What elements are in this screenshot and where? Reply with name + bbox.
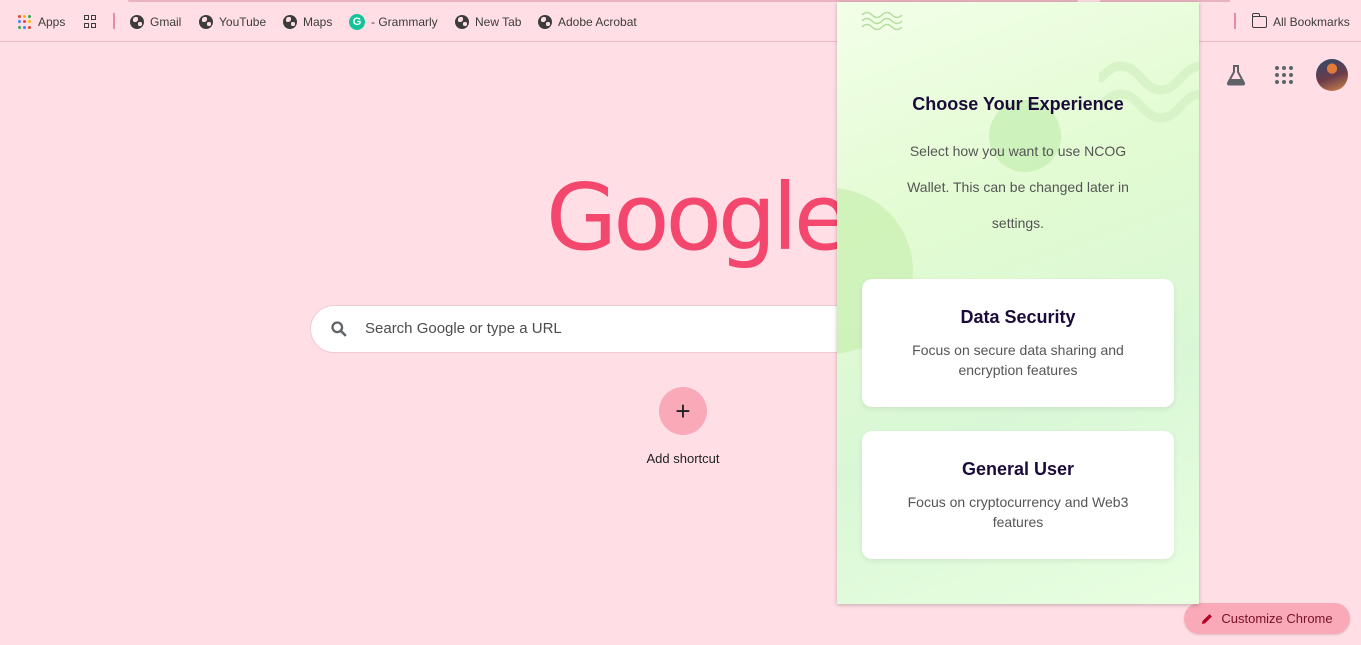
- google-apps-icon[interactable]: [1275, 66, 1293, 84]
- wave-decoration-icon: [1099, 61, 1199, 123]
- bookmark-label: Adobe Acrobat: [558, 15, 637, 29]
- apps-icon: [18, 15, 32, 29]
- tab-groups-icon: [84, 15, 98, 29]
- bookmark-separator: [1234, 13, 1236, 29]
- option-title: Data Security: [960, 307, 1076, 327]
- bookmark-maps[interactable]: Maps: [283, 12, 332, 32]
- option-description: Focus on secure data sharing and encrypt…: [912, 342, 1124, 378]
- bookmark-label: Maps: [303, 15, 333, 29]
- option-general-user[interactable]: General User Focus on cryptocurrency and…: [862, 431, 1174, 559]
- grammarly-icon: G: [349, 14, 365, 30]
- all-bookmarks-label: All Bookmarks: [1273, 15, 1350, 29]
- tab-groups-button[interactable]: [84, 12, 98, 32]
- bookmark-gmail[interactable]: Gmail: [130, 12, 181, 32]
- pencil-icon: [1202, 613, 1213, 624]
- option-description: Focus on cryptocurrency and Web3 feature…: [907, 494, 1129, 530]
- popup-description: Select how you want to use NCOG Wallet. …: [907, 143, 1129, 231]
- avatar[interactable]: [1316, 59, 1348, 91]
- labs-flask-icon[interactable]: [1226, 64, 1246, 86]
- globe-icon: [130, 15, 144, 29]
- bookmark-label: - Grammarly: [371, 15, 438, 29]
- bookmark-label: Gmail: [150, 15, 182, 29]
- all-bookmarks-button[interactable]: All Bookmarks: [1251, 12, 1350, 32]
- bookmark-grammarly[interactable]: G - Grammarly: [349, 12, 438, 32]
- bookmark-apps-label: Apps: [38, 15, 66, 29]
- bookmark-adobe-acrobat[interactable]: Adobe Acrobat: [538, 12, 637, 32]
- folder-icon: [1251, 13, 1267, 28]
- search-input[interactable]: [363, 319, 827, 338]
- wave-decoration-icon: [861, 11, 903, 31]
- add-shortcut-label: Add shortcut: [646, 451, 720, 466]
- add-shortcut-button[interactable]: +: [659, 387, 707, 435]
- bookmark-label: New Tab: [475, 15, 522, 29]
- globe-icon: [199, 15, 213, 29]
- bookmark-youtube[interactable]: YouTube: [199, 12, 266, 32]
- google-logo: Google: [546, 164, 850, 271]
- plus-icon: +: [675, 395, 691, 426]
- option-title: General User: [961, 459, 1075, 479]
- customize-chrome-label: Customize Chrome: [1221, 611, 1333, 626]
- bookmark-separator: [113, 13, 115, 29]
- bookmark-apps[interactable]: Apps: [18, 12, 65, 32]
- popup-title: Choose Your Experience: [912, 94, 1124, 114]
- search-icon: [331, 321, 347, 337]
- search-box[interactable]: [310, 305, 870, 353]
- customize-chrome-button[interactable]: Customize Chrome: [1184, 603, 1350, 634]
- option-data-security[interactable]: Data Security Focus on secure data shari…: [862, 279, 1174, 407]
- globe-icon: [283, 15, 297, 29]
- globe-icon: [538, 15, 552, 29]
- globe-icon: [455, 15, 469, 29]
- wallet-onboarding-popup: Choose Your Experience Select how you wa…: [837, 2, 1199, 604]
- bookmark-label: YouTube: [219, 15, 267, 29]
- bookmark-new-tab[interactable]: New Tab: [455, 12, 521, 32]
